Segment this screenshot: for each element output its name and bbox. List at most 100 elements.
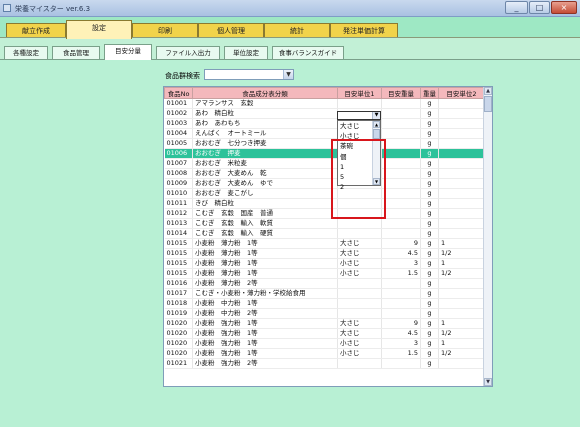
- table-cell[interactable]: [381, 108, 421, 119]
- table-cell[interactable]: [438, 278, 485, 289]
- table-cell[interactable]: 01015: [164, 268, 193, 279]
- table-row[interactable]: 01009 おおむぎ 大麦めん ゆで g: [164, 178, 485, 189]
- table-cell[interactable]: [381, 158, 421, 169]
- table-row[interactable]: 01015 小麦粉 薄力粉 1等 大さじ 9 g 1: [164, 238, 485, 249]
- table-cell[interactable]: [337, 278, 382, 289]
- table-cell[interactable]: 大さじ: [337, 238, 382, 249]
- table-row[interactable]: 01020 小麦粉 強力粉 1等 大さじ 9 g 1: [164, 318, 485, 329]
- table-row[interactable]: 01006 おおむぎ 押麦 g: [164, 148, 485, 159]
- table-cell[interactable]: [381, 278, 421, 289]
- table-cell[interactable]: [381, 178, 421, 189]
- table-cell[interactable]: [438, 148, 485, 159]
- tab-settings[interactable]: 設定: [66, 20, 132, 39]
- table-row[interactable]: 01013 こむぎ 玄穀 輸入 軟質 g: [164, 218, 485, 229]
- table-row[interactable]: 01004 えんばく オートミール g: [164, 128, 485, 139]
- table-cell[interactable]: g: [420, 278, 439, 289]
- table-cell[interactable]: 01003: [164, 118, 193, 129]
- table-cell[interactable]: g: [420, 198, 439, 209]
- table-cell[interactable]: [337, 288, 382, 299]
- table-cell[interactable]: [438, 298, 485, 309]
- table-cell[interactable]: [438, 208, 485, 219]
- table-cell[interactable]: 01021: [164, 358, 193, 369]
- table-cell[interactable]: 小麦粉 強力粉 1等: [192, 328, 338, 339]
- table-cell[interactable]: [381, 298, 421, 309]
- table-cell[interactable]: g: [420, 158, 439, 169]
- table-cell[interactable]: g: [420, 148, 439, 159]
- table-cell[interactable]: [337, 308, 382, 319]
- table-cell[interactable]: g: [420, 128, 439, 139]
- table-cell[interactable]: 01017: [164, 288, 193, 299]
- subtab-balance-guide[interactable]: 食事バランスガイド: [272, 46, 344, 60]
- table-cell[interactable]: g: [420, 298, 439, 309]
- table-cell[interactable]: g: [420, 338, 439, 349]
- col-food-no[interactable]: 食品No: [164, 87, 193, 99]
- table-cell[interactable]: 1/2: [438, 248, 485, 259]
- table-cell[interactable]: 小麦粉 薄力粉 1等: [192, 258, 338, 269]
- table-cell[interactable]: [381, 208, 421, 219]
- table-cell[interactable]: g: [420, 348, 439, 359]
- table-cell[interactable]: g: [420, 168, 439, 179]
- table-row[interactable]: 01003 あわ あわもち g: [164, 118, 485, 129]
- chevron-down-icon[interactable]: ▼: [372, 112, 380, 119]
- table-cell[interactable]: 1.5: [381, 348, 421, 359]
- scroll-up-icon[interactable]: ▲: [484, 87, 492, 95]
- table-cell[interactable]: おおむぎ 麦こがし: [192, 188, 338, 199]
- table-cell[interactable]: [337, 218, 382, 229]
- table-cell[interactable]: あわ 精白粒: [192, 108, 338, 119]
- table-cell[interactable]: g: [420, 358, 439, 369]
- table-cell[interactable]: [381, 218, 421, 229]
- subtab-portion[interactable]: 目安分量: [104, 44, 152, 60]
- table-cell[interactable]: おおむぎ 七分つき押麦: [192, 138, 338, 149]
- table-cell[interactable]: 01020: [164, 318, 193, 329]
- table-cell[interactable]: 1: [438, 338, 485, 349]
- table-cell[interactable]: [381, 128, 421, 139]
- table-cell[interactable]: [438, 308, 485, 319]
- table-cell[interactable]: おおむぎ 大麦めん 乾: [192, 168, 338, 179]
- dropdown-scroll-thumb[interactable]: [373, 129, 380, 139]
- table-cell[interactable]: g: [420, 288, 439, 299]
- col-portion-weight[interactable]: 目安重量: [381, 87, 421, 99]
- minimize-button[interactable]: _: [505, 1, 528, 14]
- table-row[interactable]: 01014 こむぎ 玄穀 輸入 硬質 g: [164, 228, 485, 239]
- table-cell[interactable]: 小麦粉 強力粉 1等: [192, 318, 338, 329]
- table-cell[interactable]: [381, 228, 421, 239]
- table-cell[interactable]: [438, 108, 485, 119]
- table-row[interactable]: 01019 小麦粉 中力粉 2等 g: [164, 308, 485, 319]
- table-cell[interactable]: [438, 288, 485, 299]
- table-cell[interactable]: 小麦粉 強力粉 1等: [192, 338, 338, 349]
- scroll-thumb[interactable]: [484, 96, 492, 112]
- subtab-food-manage[interactable]: 食品管理: [52, 46, 100, 60]
- table-cell[interactable]: 01012: [164, 208, 193, 219]
- table-row[interactable]: 01015 小麦粉 薄力粉 1等 小さじ 1.5 g 1/2: [164, 268, 485, 279]
- table-cell[interactable]: えんばく オートミール: [192, 128, 338, 139]
- table-cell[interactable]: 小さじ: [337, 268, 382, 279]
- table-row[interactable]: 01007 おおむぎ 米粒麦 g: [164, 158, 485, 169]
- table-row[interactable]: 01015 小麦粉 薄力粉 1等 小さじ 3 g 1: [164, 258, 485, 269]
- dropdown-scroll-up-icon[interactable]: ▲: [373, 121, 380, 128]
- table-cell[interactable]: g: [420, 108, 439, 119]
- table-row[interactable]: 01015 小麦粉 薄力粉 1等 大さじ 4.5 g 1/2: [164, 248, 485, 259]
- table-cell[interactable]: 小麦粉 強力粉 1等: [192, 348, 338, 359]
- table-row[interactable]: 01010 おおむぎ 麦こがし g: [164, 188, 485, 199]
- tab-print[interactable]: 印刷: [132, 23, 198, 38]
- table-cell[interactable]: 大さじ: [337, 248, 382, 259]
- table-cell[interactable]: 1: [438, 238, 485, 249]
- table-cell[interactable]: 01008: [164, 168, 193, 179]
- table-cell[interactable]: [438, 198, 485, 209]
- table-cell[interactable]: g: [420, 318, 439, 329]
- table-cell[interactable]: 01004: [164, 128, 193, 139]
- table-cell[interactable]: 01018: [164, 298, 193, 309]
- subtab-file-io[interactable]: ファイル入出力: [156, 46, 220, 60]
- table-cell[interactable]: g: [420, 328, 439, 339]
- table-cell[interactable]: 01007: [164, 158, 193, 169]
- table-cell[interactable]: [438, 358, 485, 369]
- table-cell[interactable]: [438, 168, 485, 179]
- table-cell[interactable]: [438, 138, 485, 149]
- table-cell[interactable]: 01014: [164, 228, 193, 239]
- table-cell[interactable]: [381, 288, 421, 299]
- table-cell[interactable]: おおむぎ 押麦: [192, 148, 338, 159]
- table-cell[interactable]: 01020: [164, 328, 193, 339]
- table-row[interactable]: 01008 おおむぎ 大麦めん 乾 g: [164, 168, 485, 179]
- table-cell[interactable]: [337, 208, 382, 219]
- table-cell[interactable]: 小麦粉 薄力粉 1等: [192, 268, 338, 279]
